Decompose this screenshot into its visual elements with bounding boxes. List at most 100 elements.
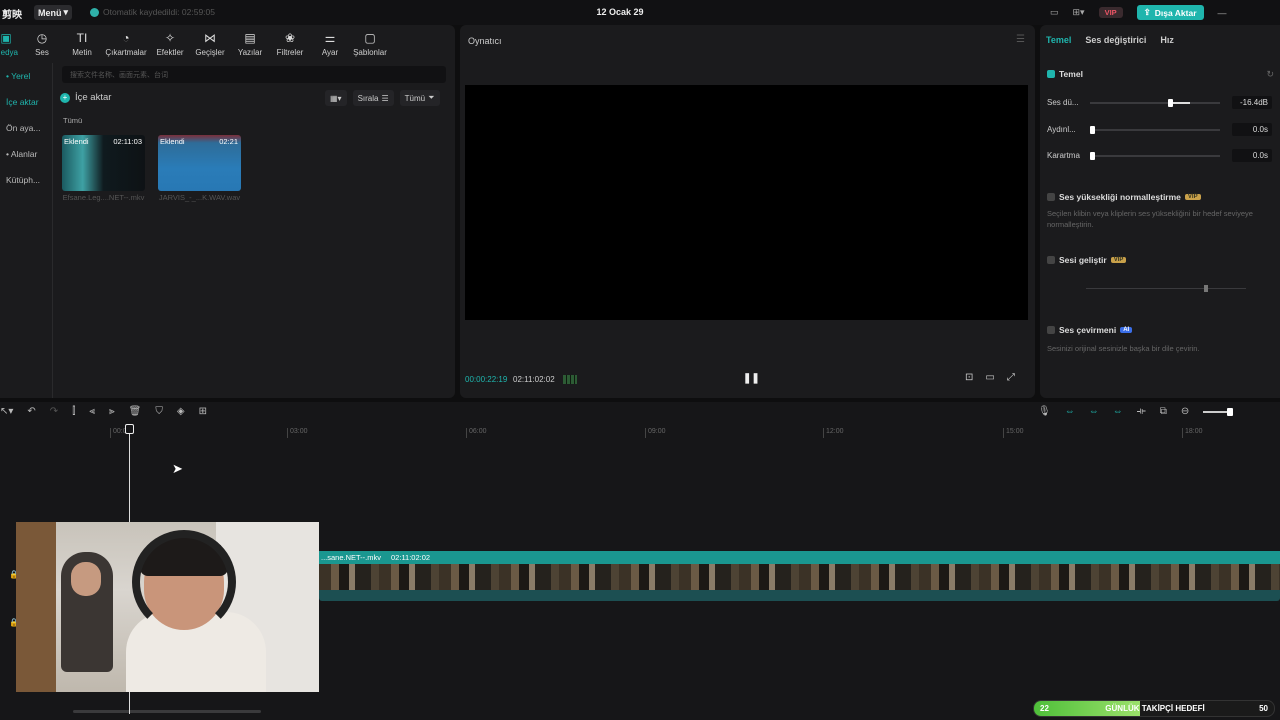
crop-icon[interactable]: ⊞	[199, 406, 207, 417]
total-time: 02:11:02:02	[513, 375, 555, 384]
tool-adjust[interactable]: ⚌ Ayar	[310, 25, 350, 63]
ratio-icon[interactable]: ▭	[985, 372, 994, 383]
sort-button[interactable]: Sırala ☰	[352, 90, 394, 106]
checkbox[interactable]	[1047, 326, 1055, 334]
zoom-slider[interactable]	[1203, 407, 1234, 416]
slider-track[interactable]	[1090, 152, 1220, 160]
export-icon: ⇪	[1143, 7, 1151, 17]
slider-track[interactable]	[1090, 126, 1220, 134]
tab-voice-changer[interactable]: Ses değiştirici	[1085, 35, 1146, 45]
snap-icon[interactable]: ⇔	[1113, 406, 1123, 417]
enhance-option[interactable]: Sesi geliştir VIP	[1047, 255, 1127, 265]
video-clip[interactable]: ...sane.NET--.mkv 02:11:02:02	[319, 551, 1280, 601]
fade-out-slider[interactable]: Karartma 0.0s	[1047, 149, 1280, 163]
slider-knob[interactable]	[1168, 99, 1173, 107]
slider-value[interactable]: -16.4dB	[1232, 96, 1272, 109]
layout-icon[interactable]: ⊞▾	[1073, 7, 1085, 18]
properties-tabs: Temel Ses değiştirici Hız	[1046, 35, 1174, 45]
tool-sticker[interactable]: ◔ Çıkartmalar	[102, 25, 150, 63]
title-bar: 剪映 Menü ▾ Otomatik kaydedildi: 02:59:05 1…	[0, 0, 1280, 25]
video-preview[interactable]	[465, 85, 1028, 320]
fade-in-slider[interactable]: Aydınl... 0.0s	[1047, 123, 1280, 137]
media-item[interactable]: Eklendi 02:11:03	[62, 135, 145, 191]
undo-icon[interactable]: ↶	[27, 406, 35, 417]
menu-icon[interactable]: ☰	[1016, 34, 1025, 45]
split-left-icon[interactable]: ⫷	[89, 406, 95, 417]
focus-icon[interactable]: ⊡	[965, 372, 973, 383]
option-description: Sesinizi orijinal sesinizle başka bir di…	[1047, 344, 1200, 353]
reset-icon[interactable]: ↻	[1266, 69, 1274, 80]
sidenav-item[interactable]: İçe aktar	[0, 89, 52, 115]
sidenav-item[interactable]: Kütüph...	[0, 167, 52, 193]
slider-value[interactable]: 0.0s	[1232, 123, 1272, 136]
template-icon: ▢	[364, 30, 376, 45]
grid-view-button[interactable]: ▦▾	[325, 90, 347, 106]
tab-speed[interactable]: Hız	[1160, 35, 1174, 45]
media-filename: JARVIS_-_...K.WAV.wav	[158, 193, 241, 202]
slider-knob[interactable]	[1227, 407, 1234, 416]
delete-icon[interactable]: 🗑	[129, 406, 142, 417]
import-button[interactable]: + İçe aktar	[60, 92, 111, 103]
transition-icon: ⋈	[204, 30, 216, 45]
redo-icon[interactable]: ↷	[50, 406, 58, 417]
tab-basic[interactable]: Temel	[1046, 35, 1071, 45]
shield-icon[interactable]: ⛉	[155, 406, 163, 417]
filter-button[interactable]: Tümü ⏷	[399, 90, 440, 106]
slider-label: Aydınl...	[1047, 125, 1076, 134]
playhead-handle[interactable]	[125, 424, 134, 434]
magnet-icon[interactable]: ⇔	[1089, 406, 1099, 417]
marker-icon[interactable]: ◈	[177, 406, 185, 417]
microphone-icon[interactable]: 🎙	[1038, 406, 1051, 417]
basic-section-header[interactable]: Temel	[1047, 69, 1083, 79]
select-icon[interactable]: ↖▾	[0, 406, 13, 417]
preview-axis-icon[interactable]: ⧉	[1160, 406, 1167, 417]
zoom-out-icon[interactable]: ⊖	[1181, 406, 1189, 417]
align-icon[interactable]: ⟛	[1137, 406, 1146, 417]
translate-option[interactable]: Ses çevirmeni AI	[1047, 325, 1133, 335]
link-icon[interactable]: ⇔	[1065, 406, 1075, 417]
enhance-slider[interactable]	[1086, 285, 1246, 292]
project-title[interactable]: 12 Ocak 29	[560, 7, 680, 17]
vip-badge[interactable]: VIP	[1098, 7, 1123, 18]
slider-knob[interactable]	[1090, 126, 1095, 134]
checkbox[interactable]	[1047, 70, 1055, 78]
monitor-icon[interactable]: ▭	[1050, 7, 1059, 18]
tool-filter[interactable]: ❀ Filtreler	[270, 25, 310, 63]
minimize-icon[interactable]: —	[1218, 8, 1227, 18]
tool-audio[interactable]: ◷ Ses	[22, 25, 62, 63]
audio-icon: ◷	[36, 30, 48, 45]
tool-effects[interactable]: ✧ Efektler	[150, 25, 190, 63]
export-button[interactable]: ⇪ Dışa Aktar	[1136, 5, 1204, 20]
slider-track[interactable]	[1090, 99, 1220, 107]
checkbox[interactable]	[1047, 256, 1055, 264]
sidenav-item[interactable]: Ön aya...	[0, 115, 52, 141]
horizontal-scrollbar[interactable]	[73, 710, 261, 713]
slider-knob[interactable]	[1204, 285, 1208, 292]
tool-transition[interactable]: ⋈ Geçişler	[190, 25, 230, 63]
normalize-option[interactable]: Ses yüksekliği normalleştirme VIP	[1047, 192, 1201, 202]
slider-knob[interactable]	[1090, 152, 1095, 160]
time-ruler[interactable]: 00:00 03:00 06:00 09:00 12:00 15:00 18:00	[0, 424, 1280, 438]
clip-header: ...sane.NET--.mkv 02:11:02:02	[319, 551, 1280, 564]
sidenav-item[interactable]: • Yerel	[0, 63, 52, 89]
sort-label: Sırala	[357, 93, 379, 103]
split-icon[interactable]: ⫿	[72, 406, 75, 417]
volume-slider[interactable]: Ses dü... -16.4dB	[1047, 96, 1280, 110]
sidenav-item[interactable]: • Alanlar	[0, 141, 52, 167]
pause-icon[interactable]: ❚❚	[743, 373, 760, 384]
media-search-input[interactable]: 搜索文件名称、画面元素、台词	[62, 66, 446, 83]
checkbox[interactable]	[1047, 193, 1055, 201]
tool-captions[interactable]: ▤ Yazılar	[230, 25, 270, 63]
chevron-down-icon: ▾	[63, 7, 69, 17]
slider-value[interactable]: 0.0s	[1232, 149, 1272, 162]
webcam-background	[16, 522, 56, 692]
fullscreen-icon[interactable]: ⤢	[1007, 372, 1015, 383]
media-item[interactable]: Eklendi 02:21	[158, 135, 241, 191]
menu-button[interactable]: Menü ▾	[34, 5, 72, 20]
tool-label: Filtreler	[276, 47, 304, 57]
option-description: Seçilen klibin veya kliplerin ses yüksek…	[1047, 209, 1253, 229]
tool-media[interactable]: ▣ Medya	[0, 25, 22, 63]
tool-template[interactable]: ▢ Şablonlar	[350, 25, 390, 63]
tool-text[interactable]: TI Metin	[62, 25, 102, 63]
split-right-icon[interactable]: ⫸	[109, 406, 115, 417]
